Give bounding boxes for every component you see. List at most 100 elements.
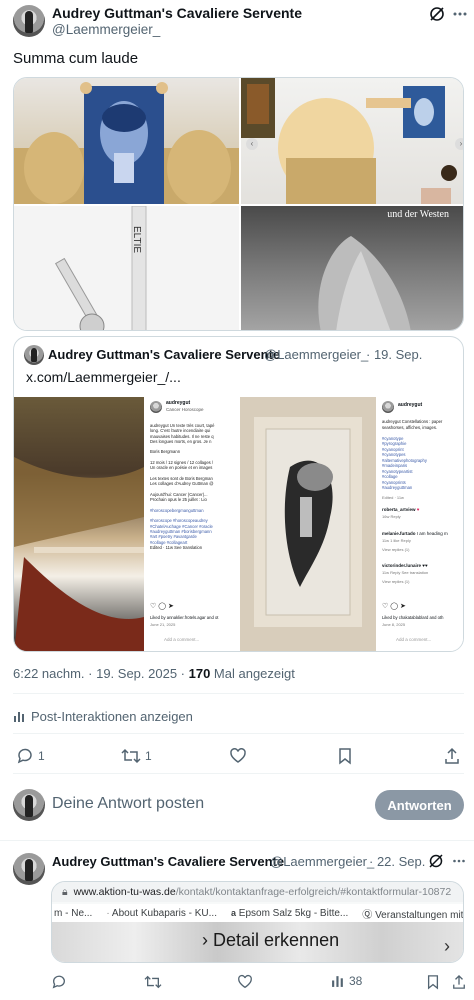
ig-left-comment-placeholder: Add a comment...: [164, 637, 200, 642]
image-wall-hanging[interactable]: [241, 78, 463, 204]
ig-right-liked-by: Liked by chakatablablard and oth: [382, 615, 444, 620]
post-timestamp[interactable]: 6:22 nachm. · 19. Sep. 2025 ·: [13, 666, 189, 681]
repost-button[interactable]: 1: [121, 747, 152, 765]
ig-left-subtitle: Cancer Horoscope: [166, 407, 204, 412]
next-arrow-icon[interactable]: ›: [444, 936, 450, 957]
next-reply-button[interactable]: [51, 974, 67, 990]
views-count: 170: [188, 666, 211, 681]
reply-button[interactable]: 1: [16, 747, 45, 765]
instagram-screenshot-right: audreygut audreygut Constellations : pap…: [240, 397, 463, 651]
overlay-text: Detail erkennen: [213, 930, 340, 950]
next-bookmark-button[interactable]: [426, 974, 440, 990]
image-caption: und der Westen: [387, 209, 449, 220]
heart-icon: [238, 974, 252, 989]
bookmark-3: a Epsom Salz 5kg - Bitte...: [230, 907, 349, 919]
next-post-author-name[interactable]: Audrey Guttman's Cavaliere Servente: [52, 854, 284, 869]
current-user-avatar[interactable]: [13, 789, 45, 821]
bookmark-2: · About Kubaparis - KU...: [106, 907, 217, 919]
url-domain: www.aktion-tu-was.de: [73, 886, 176, 898]
post-interactions-link[interactable]: Post-Interaktionen anzeigen: [13, 709, 193, 724]
ig-right-comment-3-user: victorinder.lunaire: [382, 563, 422, 568]
next-post-more-icon[interactable]: [452, 854, 466, 868]
next-post-avatar[interactable]: [13, 853, 45, 885]
ig-right-date: June 8, 2025: [382, 622, 406, 627]
ig-left-liked-by: Liked by annaklier.frotels.agar and ot: [150, 615, 219, 620]
image-draped-figure[interactable]: und der Westen: [241, 206, 463, 330]
bookmark-1: m - Ne...: [54, 907, 93, 919]
bookmark-icon: [339, 748, 351, 765]
author-handle[interactable]: @Laemmergeier_: [52, 22, 160, 37]
reply-input[interactable]: Deine Antwort posten: [52, 795, 204, 813]
ig-right-comment-3: victorinder.lunaire ♥♥ 11w Reply See tra…: [382, 563, 463, 584]
next-post-date[interactable]: · 22. Sep.: [369, 854, 425, 869]
analytics-icon: [14, 712, 24, 722]
image-grid: ELTIE und der Westen ‹ ›: [13, 77, 464, 331]
reply-count: 1: [38, 749, 45, 763]
ig-right-view-replies-1: View replies (1): [382, 547, 410, 552]
ig-left-action-icons: ♡ ◯ ➤: [150, 603, 174, 610]
instagram-screenshot-left: audreygut Cancer Horoscope audreygut Un …: [14, 397, 240, 651]
bookmark-icon: [427, 975, 439, 990]
more-options-icon[interactable]: [452, 6, 468, 22]
grok-icon[interactable]: [428, 5, 446, 23]
ig-right-comment-2-text: I am heading m: [416, 531, 448, 536]
ig-right-avatar: [382, 401, 394, 413]
ig-right-comment-3-meta: 11w Reply See translation: [382, 570, 429, 575]
next-repost-button[interactable]: [144, 974, 162, 990]
next-views-count: 38: [349, 974, 363, 988]
next-like-button[interactable]: [237, 974, 253, 990]
next-post-grok-icon[interactable]: [428, 853, 444, 869]
author-name[interactable]: Audrey Guttman's Cavaliere Servente: [52, 5, 302, 21]
repost-icon: [121, 748, 141, 764]
ig-right-comment-1-text: ♥: [416, 507, 420, 512]
address-bar: 🔒︎ www.aktion-tu-was.de/kontakt/kontakta…: [52, 882, 463, 902]
divider: [13, 773, 464, 774]
quote-author-name: Audrey Guttman's Cavaliere Servente: [48, 347, 281, 362]
next-post-author-handle[interactable]: @Laemmergeier_: [270, 854, 374, 869]
next-views-button[interactable]: 38: [331, 974, 362, 988]
image-glass-vase[interactable]: ELTIE: [14, 206, 239, 330]
ig-left-username: audreygut: [166, 400, 191, 406]
bookmark-4: Ⓠ Veranstaltungen mit f...: [362, 909, 464, 921]
ig-left-caption: audreygut Un texte très court, tapé long.…: [150, 423, 238, 550]
bookmark-button[interactable]: [337, 747, 353, 765]
views-label: Mal angezeigt: [210, 666, 295, 681]
divider: [13, 693, 464, 694]
quote-author-handle: @Laemmergeier_: [264, 347, 369, 362]
ig-right-comment-2-meta: 11w 1 like Reply: [382, 538, 411, 543]
author-avatar[interactable]: [13, 5, 45, 37]
ig-left-date: June 21, 2025: [150, 622, 176, 627]
quote-text: x.com/Laemmergeier_/...: [26, 369, 181, 385]
image-cyanotype-portrait[interactable]: [14, 78, 239, 204]
framed-artwork-image: [240, 397, 376, 651]
bookmarks-bar: m - Ne... · About Kubaparis - KU... a Ep…: [52, 904, 464, 922]
ig-right-caption-line: #audreyguttman: [382, 485, 413, 490]
reply-submit-button[interactable]: Antworten: [375, 790, 464, 820]
next-share-button[interactable]: [452, 974, 466, 990]
divider: [13, 733, 464, 734]
views-icon: [332, 976, 343, 987]
share-button[interactable]: [444, 747, 460, 765]
vase-label: ELTIE: [131, 226, 142, 253]
post-interactions-label: Post-Interaktionen anzeigen: [31, 709, 193, 724]
like-button[interactable]: [229, 747, 247, 765]
image-prev-icon[interactable]: ‹: [246, 138, 258, 150]
ig-right-comment-3-text: ♥♥: [422, 563, 428, 568]
ig-right-action-icons: ♡ ◯ ➤: [382, 603, 406, 610]
ig-left-caption-line: Edited · 11w See translation: [150, 544, 203, 550]
chevron-right-icon: ›: [202, 930, 208, 950]
post-meta: 6:22 nachm. · 19. Sep. 2025 · 170 Mal an…: [13, 666, 295, 681]
post-text: Summa cum laude: [13, 50, 139, 67]
lock-icon: 🔒︎: [62, 885, 68, 898]
image-next-icon[interactable]: ›: [455, 138, 463, 150]
quote-date: · 19. Sep.: [366, 347, 423, 362]
ig-left-avatar: [150, 401, 162, 413]
ig-right-comment-2-user: melanie.furtado: [382, 531, 416, 536]
ig-right-comment-1-meta: 16w Reply: [382, 514, 401, 519]
collage-image: [14, 397, 144, 651]
repost-count: 1: [145, 749, 152, 763]
ig-right-comment-placeholder: Add a comment...: [396, 637, 432, 642]
quote-tweet[interactable]: Audrey Guttman's Cavaliere Servente @Lae…: [13, 336, 464, 652]
browser-screenshot[interactable]: 🔒︎ www.aktion-tu-was.de/kontakt/kontakta…: [51, 881, 464, 963]
share-icon: [445, 747, 459, 764]
